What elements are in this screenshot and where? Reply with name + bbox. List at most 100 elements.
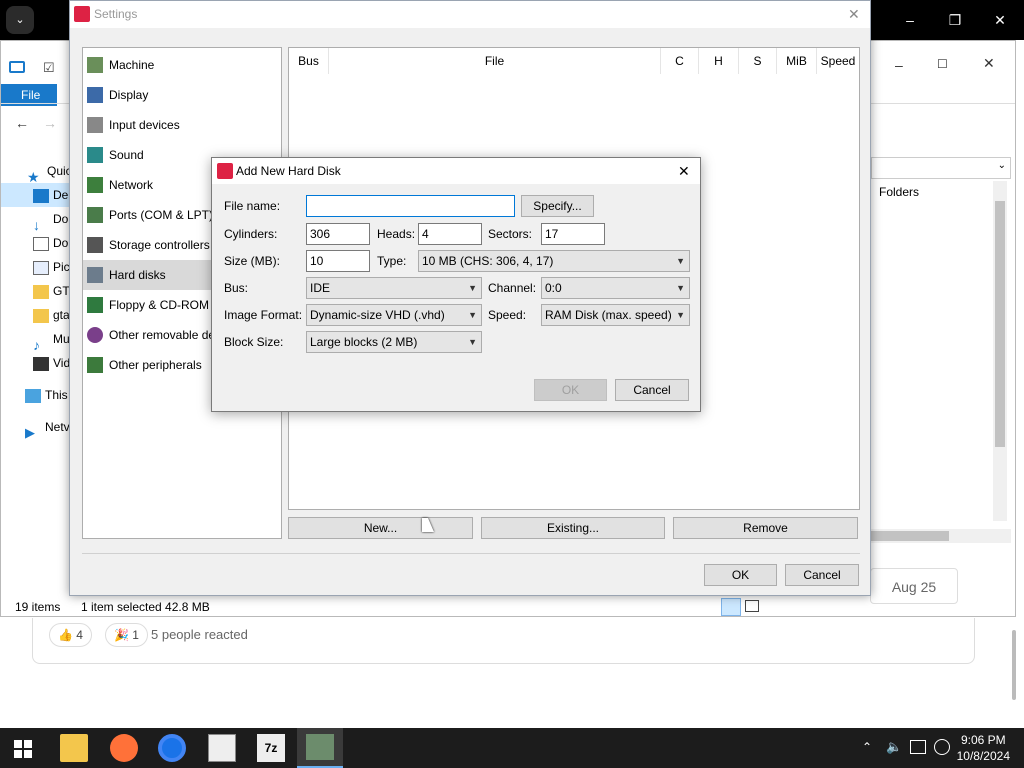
system-clock[interactable]: 9:06 PM 10/8/2024 [957,732,1010,764]
heads-input[interactable]: 4 [418,223,482,245]
large-icons-view-icon[interactable] [745,600,759,612]
dialog-cancel-button[interactable]: Cancel [615,379,689,401]
type-select[interactable]: 10 MB (CHS: 306, 4, 17) ▼ [418,250,690,272]
floppy-icon [87,297,103,313]
column-heads[interactable]: H [699,48,739,74]
show-hidden-icons-icon[interactable]: ⌃ [862,740,872,754]
close-icon[interactable]: ✕ [980,0,1020,40]
party-icon: 🎉 [114,628,129,642]
second-reaction[interactable]: 🎉 1 [105,623,148,647]
clock-time: 9:06 PM [960,733,1006,747]
chevron-down-icon: ▼ [468,310,477,320]
chevron-down-icon: ▼ [468,337,477,347]
desktop-icon [33,188,49,203]
nav-this-pc[interactable]: This [25,383,68,407]
86box-taskbar-active[interactable] [297,728,343,768]
speed-select[interactable]: RAM Disk (max. speed) ▼ [541,304,690,326]
like-reaction[interactable]: 👍 4 [49,623,92,647]
channel-select[interactable]: 0:0 ▼ [541,277,690,299]
nav-quick-access[interactable]: ★ Quic [27,159,72,185]
post-date: Aug 25 [870,568,958,604]
horizontal-scrollbar[interactable] [871,529,1011,543]
chevron-down-icon: ▼ [676,310,685,320]
block-size-select[interactable]: Large blocks (2 MB) ▼ [306,331,482,353]
page-scroll-thumb[interactable] [1012,630,1016,700]
column-sectors[interactable]: S [739,48,777,74]
restore-icon[interactable]: ❐ [935,0,975,40]
cylinders-input[interactable]: 306 [306,223,370,245]
reactions-summary[interactable]: 5 people reacted [151,627,248,642]
explorer-maximize-icon[interactable]: ☐ [937,57,948,71]
port-icon [87,207,103,223]
details-view-icon[interactable] [721,598,741,616]
volume-icon[interactable]: 🔈 [886,739,902,755]
nav-folder-gt[interactable]: GT [33,279,70,303]
nav-desktop[interactable]: De [1,183,71,207]
dialog-ok-button[interactable]: OK [534,379,607,401]
file-explorer-taskbar-icon[interactable] [60,734,88,762]
nav-folder-gta[interactable]: gta [33,303,70,327]
dialog-close-icon[interactable]: ✕ [678,158,690,184]
file-name-input[interactable] [306,195,515,217]
existing-disk-button[interactable]: Existing... [481,517,665,539]
specify-button[interactable]: Specify... [521,195,594,217]
speaker-icon [87,147,103,163]
column-mib[interactable]: MiB [777,48,817,74]
settings-ok-button[interactable]: OK [704,564,777,586]
settings-cancel-button[interactable]: Cancel [785,564,859,586]
thumbs-up-icon: 👍 [58,628,73,642]
sectors-input[interactable]: 17 [541,223,605,245]
reactions-card: 👍 4 🎉 1 5 people reacted [32,618,975,664]
category-input-devices[interactable]: Input devices [83,110,281,140]
column-file[interactable]: File [329,48,661,74]
settings-title: Settings [94,7,138,21]
nav-music[interactable]: ♪ Mu [33,327,70,353]
nav-network[interactable]: ▶ Netv [25,415,70,440]
column-cylinders[interactable]: C [661,48,699,74]
dropdown-chevron-icon[interactable]: ⌄ [998,160,1006,171]
7zip-taskbar-icon[interactable]: 7z [257,734,285,762]
nav-videos[interactable]: Vid [33,351,70,375]
image-format-select[interactable]: Dynamic-size VHD (.vhd) ▼ [306,304,482,326]
page-scrollbar[interactable] [1010,630,1020,720]
column-bus[interactable]: Bus [289,48,329,74]
explorer-app-icon [9,61,25,73]
nav-pictures[interactable]: Pic [33,255,70,279]
nav-documents[interactable]: Do [33,231,68,255]
firefox-taskbar-icon[interactable] [110,734,138,762]
storage-controller-icon [87,237,103,253]
bus-label: Bus: [224,281,249,295]
bus-select[interactable]: IDE ▼ [306,277,482,299]
star-icon: ★ [27,168,40,185]
remove-disk-button[interactable]: Remove [673,517,858,539]
explorer-minimize-icon[interactable]: – [895,57,903,73]
chrome-taskbar-icon[interactable] [158,734,186,762]
86box-manager-taskbar-icon[interactable] [208,734,236,762]
category-display[interactable]: Display [83,80,281,110]
network-status-icon[interactable] [910,740,926,754]
forward-arrow-icon[interactable]: → [43,115,57,131]
explorer-scrollbar[interactable] [993,181,1007,521]
settings-close-icon[interactable]: ✕ [848,1,860,28]
windows-start-icon[interactable] [14,740,32,758]
explorer-close-icon[interactable]: ✕ [983,55,995,72]
nav-downloads[interactable]: ↓ Do [33,207,68,233]
cylinders-label: Cylinders: [224,227,278,241]
new-disk-button[interactable]: New... [288,517,473,539]
image-format-label: Image Format: [224,308,303,322]
86box-app-icon [74,6,90,22]
back-arrow-icon[interactable]: ← [15,115,29,131]
settings-titlebar: Settings ✕ [70,1,870,28]
column-speed[interactable]: Speed [817,48,859,74]
category-machine[interactable]: Machine [83,50,281,80]
chevron-down-icon: ▼ [468,283,477,293]
block-size-label: Block Size: [224,335,284,349]
tab-list-button[interactable]: ⌄ [6,6,34,34]
taskbar: 7z ⌃ 🔈 9:06 PM 10/8/2024 [0,728,1024,768]
size-input[interactable]: 10 [306,250,370,272]
minimize-icon[interactable]: – [890,0,930,40]
search-box[interactable]: ⌄ [871,157,1011,179]
scroll-thumb[interactable] [995,201,1005,447]
notification-icon[interactable] [934,739,950,755]
h-scroll-thumb[interactable] [871,531,949,541]
